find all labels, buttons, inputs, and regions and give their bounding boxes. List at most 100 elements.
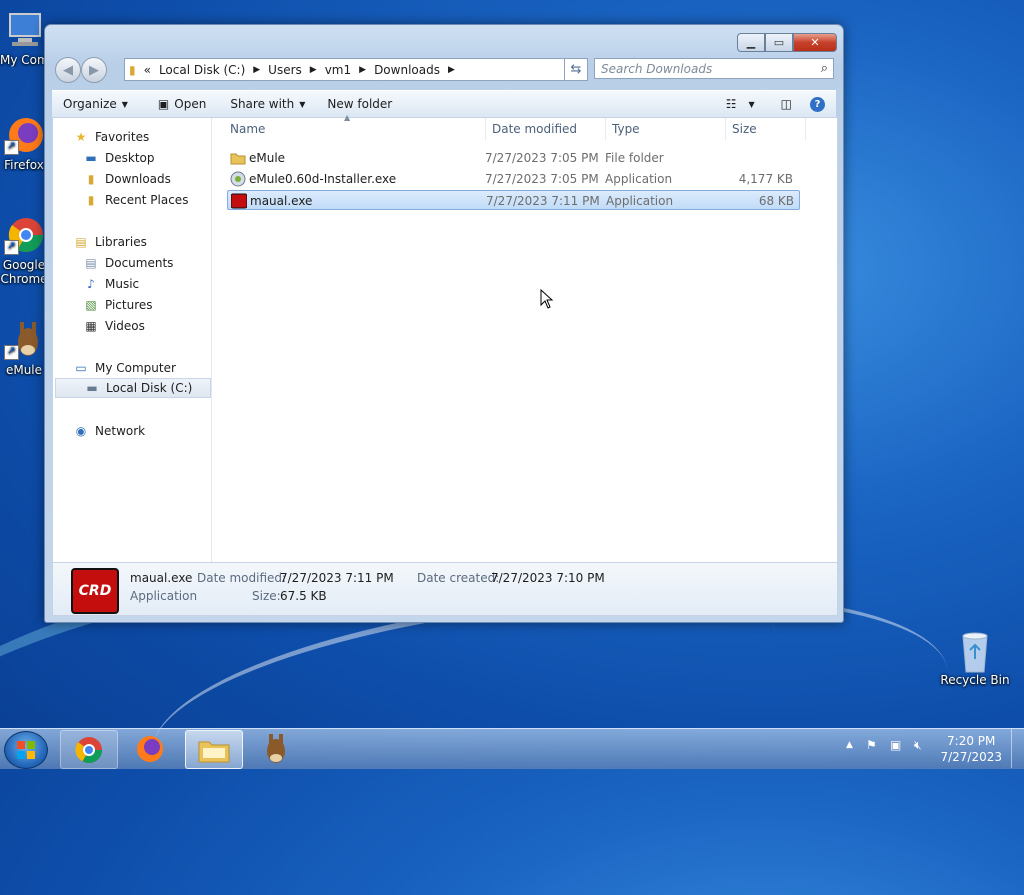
volume-muted-icon[interactable]: 🔇︎: [914, 738, 922, 753]
libraries-icon: ▤: [75, 235, 87, 249]
taskbar-emule[interactable]: [247, 730, 303, 767]
file-name: eMule: [249, 151, 286, 165]
explorer-window[interactable]: ▁ ▭ ✕ ◀ ▶ ▮ « Local Disk (C:) ▶ Users ▶ …: [44, 24, 844, 623]
share-with-button[interactable]: Share with ▼: [221, 91, 314, 117]
share-with-label: Share with: [230, 97, 295, 111]
breadcrumb-local-disk[interactable]: Local Disk (C:): [159, 63, 245, 77]
file-size: 68 KB: [758, 194, 794, 208]
file-type: Application: [606, 194, 674, 208]
action-center-icon[interactable]: ⚑: [866, 738, 877, 752]
table-row[interactable]: eMule0.60d-Installer.exe 7/27/2023 7:05 …: [227, 169, 800, 189]
nav-label: Local Disk (C:): [106, 381, 193, 395]
change-view-button[interactable]: ☷ ▼: [717, 91, 764, 117]
nav-label: Music: [105, 277, 140, 291]
back-button[interactable]: ◀: [55, 57, 81, 83]
chevron-down-icon: ▼: [748, 99, 755, 109]
nav-label: My Computer: [95, 361, 176, 375]
new-folder-button[interactable]: New folder: [318, 91, 401, 117]
details-file-type: Application: [130, 589, 198, 603]
shortcut-arrow-icon: ↗: [4, 140, 19, 155]
crd-app-icon: CRD: [71, 568, 119, 614]
breadcrumb-downloads[interactable]: Downloads: [374, 63, 440, 77]
open-button[interactable]: ▣ Open: [149, 91, 215, 117]
show-desktop-button[interactable]: [1011, 729, 1024, 768]
desktop-icon-label: Google Chrome: [0, 258, 48, 286]
start-button[interactable]: [4, 731, 48, 769]
desktop-icon-emule[interactable]: ↗ eMule: [0, 320, 48, 377]
details-date-created: 7/27/2023 7:10 PM: [491, 571, 605, 585]
downloads-icon: ▮: [87, 172, 95, 186]
table-row[interactable]: maual.exe 7/27/2023 7:11 PM Application …: [227, 190, 800, 210]
column-header-date-modified[interactable]: Date modified: [486, 118, 606, 140]
minimize-button[interactable]: ▁: [737, 33, 765, 52]
breadcrumb-users[interactable]: Users: [268, 63, 302, 77]
help-icon[interactable]: ?: [801, 91, 834, 117]
icon-text: CRD: [78, 583, 112, 599]
breadcrumb-vm1[interactable]: vm1: [325, 63, 351, 77]
file-name: maual.exe: [250, 194, 313, 208]
nav-label: Pictures: [105, 298, 153, 312]
desktop-icon-label: eMule: [5, 363, 43, 377]
details-date-modified-label: Date modified:: [197, 571, 287, 585]
table-row[interactable]: eMule 7/27/2023 7:05 PM File folder: [227, 148, 800, 168]
chevron-right-icon[interactable]: ▶: [253, 65, 260, 75]
column-header-type[interactable]: Type: [606, 118, 726, 140]
show-hidden-icons-button[interactable]: ▲: [846, 740, 853, 750]
chevron-right-icon[interactable]: ▶: [310, 65, 317, 75]
chevron-right-icon[interactable]: ▶: [448, 65, 455, 75]
organize-button[interactable]: Organize ▼: [52, 91, 137, 117]
open-icon: ▣: [157, 97, 170, 111]
windows-logo-icon: [17, 741, 35, 759]
nav-label: Network: [95, 424, 146, 438]
emule-icon: ↗: [4, 320, 44, 360]
documents-icon: ▤: [85, 256, 97, 270]
file-date: 7/27/2023 7:11 PM: [486, 194, 600, 208]
preview-pane-button[interactable]: ◫: [772, 91, 801, 117]
clock-date: 7/27/2023: [940, 750, 1002, 764]
taskbar-firefox[interactable]: [122, 730, 178, 767]
videos-icon: ▦: [85, 319, 97, 333]
file-list: Name ▲ Date modified Type Size eMule 7/2…: [211, 113, 837, 562]
chevron-down-icon: ▼: [121, 99, 128, 109]
nav-favorites[interactable]: ★ Favorites: [73, 127, 229, 147]
nav-label: Recent Places: [105, 193, 189, 207]
desktop-icon-firefox[interactable]: ↗ Firefox: [0, 115, 48, 172]
column-header-size[interactable]: Size: [726, 118, 806, 140]
refresh-button[interactable]: ⇆: [564, 58, 588, 81]
chrome-icon: [75, 736, 103, 763]
desktop-icon-recycle-bin[interactable]: Recycle Bin: [938, 630, 1012, 687]
maximize-button[interactable]: ▭: [765, 33, 793, 52]
installer-icon: [230, 171, 246, 187]
nav-libraries[interactable]: ▤ Libraries: [73, 232, 229, 252]
chrome-icon: ↗: [4, 215, 44, 255]
breadcrumb-overflow[interactable]: «: [144, 63, 151, 77]
taskbar-chrome[interactable]: [60, 730, 118, 769]
desktop-icon-chrome[interactable]: ↗ Google Chrome: [0, 215, 48, 286]
nav-my-computer[interactable]: ▭ My Computer: [73, 358, 229, 378]
network-icon[interactable]: ▣: [890, 738, 901, 752]
close-button[interactable]: ✕: [793, 33, 837, 52]
column-header-name[interactable]: Name ▲: [224, 113, 486, 140]
folder-icon: ▮: [129, 62, 136, 77]
network-icon: ◉: [75, 424, 87, 438]
address-bar[interactable]: ▮ « Local Disk (C:) ▶ Users ▶ vm1 ▶ Down…: [124, 58, 584, 81]
nav-network[interactable]: ◉ Network: [73, 421, 229, 441]
forward-button[interactable]: ▶: [81, 57, 107, 83]
search-input[interactable]: Search Downloads ⌕: [594, 58, 834, 79]
firefox-icon: [137, 735, 163, 762]
crd-app-icon: [230, 193, 248, 209]
new-folder-label: New folder: [327, 97, 393, 111]
taskbar-explorer[interactable]: [185, 730, 243, 769]
search-icon[interactable]: ⌕: [821, 61, 828, 76]
nav-local-disk[interactable]: ▬ Local Disk (C:): [55, 378, 211, 398]
column-label: Size: [732, 122, 757, 136]
column-label: Type: [612, 122, 640, 136]
details-pane: CRD maual.exe Application Date modified:…: [52, 562, 838, 616]
clock[interactable]: 7:20 PM 7/27/2023: [940, 733, 1002, 765]
emule-icon: [267, 733, 285, 763]
file-size: [721, 148, 793, 168]
folder-icon: [230, 150, 246, 166]
desktop-icon-my-computer[interactable]: My Computer: [0, 10, 48, 67]
star-icon: ★: [75, 130, 87, 144]
chevron-right-icon[interactable]: ▶: [359, 65, 366, 75]
